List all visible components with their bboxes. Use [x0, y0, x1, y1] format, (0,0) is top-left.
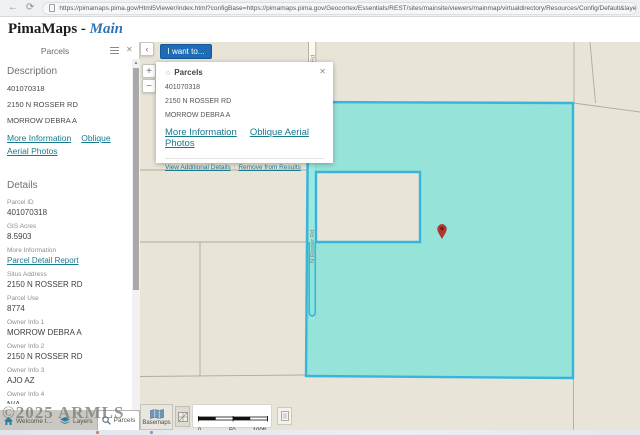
field-label: Parcel ID	[7, 198, 131, 207]
zoom-out-button[interactable]: −	[142, 79, 156, 93]
popup-parcel-id: 401070318	[165, 84, 324, 91]
field-value: N/A	[7, 399, 131, 404]
field-value: MORROW DEBRA A	[7, 327, 131, 338]
collapse-panel-button[interactable]: ‹	[140, 42, 154, 56]
separator: |	[234, 164, 236, 171]
field-label: Situs Address	[7, 270, 131, 279]
taskbar-dot	[96, 431, 99, 434]
document-icon	[281, 411, 289, 421]
refresh-icon[interactable]: ⟳	[26, 3, 34, 13]
parcels-sidebar: Parcels ✕ Description 401070318 2150 N R…	[0, 42, 140, 430]
more-information-link[interactable]: More Information	[7, 133, 71, 143]
layers-icon	[60, 417, 70, 426]
detail-field: Owner Info 1 MORROW DEBRA A	[7, 318, 131, 338]
field-value: AJO AZ	[7, 375, 131, 386]
field-label: Parcel Use	[7, 294, 131, 303]
detail-field: GIS Acres 8.5903	[7, 222, 131, 242]
popup-address: 2150 N ROSSER RD	[165, 98, 324, 105]
basemaps-button[interactable]: Basemaps	[140, 404, 173, 430]
sidebar-tab-bar: Welcome t... Layers Parcels	[0, 410, 140, 430]
parcel-detail-report-link[interactable]: Parcel Detail Report	[7, 256, 79, 265]
field-label: Owner Info 2	[7, 342, 131, 351]
panel-content: Description 401070318 2150 N ROSSER RD M…	[0, 59, 131, 404]
page-icon	[49, 4, 55, 12]
overview-map-icon	[178, 412, 188, 422]
detail-field: Owner Info 2 2150 N ROSSER RD	[7, 342, 131, 362]
field-value: 2150 N ROSSER RD	[7, 279, 131, 290]
field-label: GIS Acres	[7, 222, 131, 231]
popup-close-icon[interactable]: ✕	[319, 67, 326, 76]
tab-welcome[interactable]: Welcome t...	[0, 412, 56, 430]
tab-label: Welcome t...	[16, 418, 52, 425]
popup-owner: MORROW DEBRA A	[165, 112, 324, 119]
field-label: Owner Info 3	[7, 366, 131, 375]
panel-title: Parcels	[0, 46, 110, 56]
field-value: 8774	[7, 303, 131, 314]
road-label: N Rosser Rd	[310, 230, 316, 263]
home-icon	[4, 417, 13, 425]
scale-bar: 0 50 100ft	[192, 404, 272, 428]
view-additional-details-link[interactable]: View Additional Details	[165, 164, 231, 171]
field-label: Owner Info 4	[7, 390, 131, 399]
details-heading: Details	[7, 180, 131, 191]
tab-label: Parcels	[114, 417, 136, 424]
field-label: Owner Info 1	[7, 318, 131, 327]
popup-header: ☆Parcels	[165, 68, 324, 77]
field-value: 401070318	[7, 207, 131, 218]
basemaps-label: Basemaps	[142, 420, 170, 426]
detail-field: Parcel ID 401070318	[7, 198, 131, 218]
tab-label: Layers	[73, 418, 93, 425]
field-value: 2150 N ROSSER RD	[7, 351, 131, 362]
description-owner: MORROW DEBRA A	[7, 116, 131, 125]
parcel-popup: ☆Parcels ✕ 401070318 2150 N ROSSER RD MO…	[156, 62, 333, 163]
detail-field: Situs Address 2150 N ROSSER RD	[7, 270, 131, 290]
description-heading: Description	[7, 66, 131, 77]
panel-header: Parcels ✕	[0, 42, 132, 59]
description-address: 2150 N ROSSER RD	[7, 100, 131, 109]
remove-from-results-link[interactable]: Remove from Results	[238, 164, 301, 171]
scale-settings-button[interactable]	[277, 407, 292, 425]
description-parcel-id: 401070318	[7, 84, 131, 93]
scroll-up-icon[interactable]: ▲	[132, 60, 140, 66]
field-label: More Information	[7, 246, 131, 255]
app-title-text: PimaMaps -	[8, 21, 86, 37]
browser-toolbar: ← ⟳ https://pimamaps.pima.gov/Html5Viewe…	[0, 0, 640, 17]
app-header: PimaMaps - Main	[0, 17, 640, 42]
detail-field: Owner Info 4 N/A	[7, 390, 131, 404]
scale-bar-graphic	[198, 416, 268, 422]
tab-layers[interactable]: Layers	[56, 412, 97, 430]
close-icon[interactable]: ✕	[126, 45, 133, 54]
address-bar[interactable]: https://pimamaps.pima.gov/Html5Viewer/in…	[42, 2, 637, 15]
overview-map-button[interactable]	[175, 406, 190, 427]
menu-icon[interactable]	[110, 47, 119, 54]
sidebar-scrollbar[interactable]: ▲ ▼	[132, 59, 140, 430]
zoom-in-button[interactable]: +	[142, 64, 156, 78]
search-icon	[102, 416, 111, 425]
popup-more-information-link[interactable]: More Information	[165, 127, 237, 138]
detail-field: Parcel Use 8774	[7, 294, 131, 314]
popup-title: Parcels	[174, 68, 202, 77]
scrollbar-thumb[interactable]	[133, 68, 139, 290]
taskbar-sliver	[0, 430, 640, 435]
map-canvas[interactable]: N Rosser Rd N Rosser Rd ‹ + − I want to.…	[140, 42, 640, 430]
taskbar-dot	[150, 431, 153, 434]
app-title-accent: Main	[90, 21, 123, 37]
url-text: https://pimamaps.pima.gov/Html5Viewer/in…	[59, 5, 636, 12]
detail-field: More Information Parcel Detail Report	[7, 246, 131, 266]
tab-parcels[interactable]: Parcels	[97, 410, 141, 430]
i-want-to-button[interactable]: I want to...	[160, 44, 212, 59]
star-icon[interactable]: ☆	[165, 70, 171, 77]
back-icon[interactable]: ←	[8, 3, 18, 13]
selected-parcel-polygon[interactable]	[306, 102, 573, 378]
detail-field: Owner Info 3 AJO AZ	[7, 366, 131, 386]
field-value: 8.5903	[7, 231, 131, 242]
page-title: PimaMaps - Main	[8, 21, 123, 38]
basemap-icon	[150, 409, 164, 419]
